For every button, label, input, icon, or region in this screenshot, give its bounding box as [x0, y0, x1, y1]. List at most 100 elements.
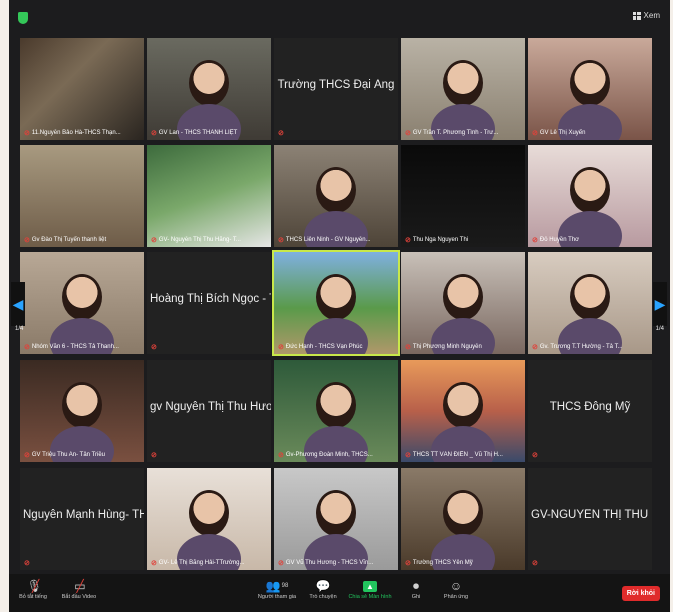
participant-video: [443, 274, 483, 320]
participant-name-label: ⊘ GV Vũ Thu Hương - THCS Vĩn...: [278, 559, 394, 567]
participant-tile[interactable]: GV-NGUYỄN THỊ THU HU... ⊘: [528, 468, 652, 570]
participant-video: [316, 274, 356, 320]
participant-tile[interactable]: ⊘ Gv. Trương T.T Hường - Tả T...: [528, 252, 652, 354]
record-icon: ⏺: [412, 578, 419, 593]
participant-name-label: ⊘ Đỗ Huyền Thơ: [532, 236, 648, 244]
participant-display-name: gv Nguyễn Thị Thu Hương-...: [150, 400, 271, 413]
share-screen-button[interactable]: ▲ Chia sẻ Màn hình: [348, 578, 392, 600]
participant-video: [62, 382, 102, 428]
participant-tile[interactable]: Hoàng Thị Bích Ngọc - TH... ⊘: [147, 252, 271, 354]
mic-muted-icon: ⊘: [532, 237, 538, 244]
participant-tile[interactable]: ⊘ Gv-Phương Đoàn Minh, THCS...: [274, 360, 398, 462]
mic-muted-icon: ⊘: [278, 452, 284, 459]
record-button[interactable]: ⏺ Ghi: [394, 578, 438, 601]
participant-tile[interactable]: ⊘ GV- Lê Thị Băng Hải-TTrường...: [147, 468, 271, 570]
start-video-button[interactable]: ▭ ╱ Bắt đầu Video: [57, 578, 101, 600]
participant-name: THCS TT VĂN ĐIỂN _ Vũ Thị H...: [412, 452, 503, 458]
participant-tile[interactable]: ⊘ Nhóm Văn 6 - THCS Tả Thanh...: [20, 252, 144, 354]
page-indicator-right: 1/4: [655, 326, 664, 332]
participant-name-label: ⊘: [151, 343, 267, 351]
next-page-button[interactable]: ▶: [653, 282, 667, 326]
participant-video: [316, 167, 356, 213]
page-indicator-left: 1/4: [15, 326, 24, 332]
mic-muted-icon: ⊘: [151, 237, 157, 244]
participant-name-label: ⊘ Đức Hạnh - THCS Vạn Phúc: [278, 343, 394, 351]
video-off-icon: ▭ ╱: [74, 579, 86, 593]
participant-tile[interactable]: ⊘ THCS Liên Ninh - GV Nguyễn...: [274, 145, 398, 247]
participant-display-name: GV-NGUYỄN THỊ THU HU...: [531, 508, 652, 521]
participant-tile[interactable]: ⊘ Thị Phương Minh Nguyễn: [401, 252, 525, 354]
participant-video: [570, 167, 610, 213]
participant-name-label: ⊘ THCS TT VĂN ĐIỂN _ Vũ Thị H...: [405, 451, 521, 459]
participant-video: [316, 490, 356, 536]
reactions-button[interactable]: ☺ Phản ứng: [434, 578, 478, 600]
participant-video: [443, 490, 483, 536]
mic-muted-icon: ⊘: [532, 130, 538, 137]
mic-muted-icon: 🎙 ╱: [26, 579, 42, 593]
participant-video: [62, 274, 102, 320]
mic-muted-icon: ⊘: [151, 130, 157, 137]
mic-muted-icon: ⊘: [278, 130, 284, 137]
participants-button[interactable]: 👥 98 Người tham gia: [255, 578, 299, 600]
participant-tile[interactable]: ⊘ 11.Nguyễn Bảo Hà-THCS Thạn...: [20, 38, 144, 140]
participant-video: [443, 60, 483, 106]
participant-tile[interactable]: ⊘ GV Vũ Thu Hương - THCS Vĩn...: [274, 468, 398, 570]
participant-video: [443, 382, 483, 428]
participant-name: GV Lan - THCS THANH LIỆT: [158, 130, 238, 136]
participant-name: GV Vũ Thu Hương - THCS Vĩn...: [285, 560, 374, 566]
participant-tile[interactable]: THCS Đông Mỹ ⊘: [528, 360, 652, 462]
participant-name-label: ⊘ Thị Phương Minh Nguyễn: [405, 343, 521, 351]
mute-button[interactable]: 🎙 ╱ Bỏ tắt tiếng: [11, 578, 55, 600]
participant-name-label: ⊘ GV Triệu Thu An- Tân Triều: [24, 451, 140, 459]
mic-muted-icon: ⊘: [532, 452, 538, 459]
participant-tile[interactable]: ⊘ GV- Nguyễn Thị Thu Hằng- T...: [147, 145, 271, 247]
participant-name-label: ⊘: [278, 129, 394, 137]
participant-tile[interactable]: ⊘ Gv Đào Thị Tuyến thanh liệt: [20, 145, 144, 247]
participant-name-label: ⊘ GV- Nguyễn Thị Thu Hằng- T...: [151, 236, 267, 244]
meeting-controls: 🎙 ╱ Bỏ tắt tiếng ▭ ╱ Bắt đầu Video 👥 98 Ngư…: [9, 574, 670, 612]
participant-tile[interactable]: ⊘ GV Lê Thị Xuyến: [528, 38, 652, 140]
mic-muted-icon: ⊘: [405, 560, 411, 567]
participant-name-label: ⊘ Trường THCS Yên Mỹ: [405, 559, 521, 567]
participant-video: [189, 490, 229, 536]
participant-tile[interactable]: ⊘ Đức Hạnh - THCS Vạn Phúc: [274, 252, 398, 354]
participants-icon: 👥 98: [265, 579, 289, 593]
zoom-window: Xem ⊘ 11.Nguyễn Bảo Hà-THCS Thạn... ⊘ GV La…: [9, 0, 670, 612]
participant-name: Nhóm Văn 6 - THCS Tả Thanh...: [31, 344, 119, 350]
mic-muted-icon: ⊘: [24, 560, 30, 567]
participant-tile[interactable]: ⊘ GV Lan - THCS THANH LIỆT: [147, 38, 271, 140]
participant-tile[interactable]: gv Nguyễn Thị Thu Hương-... ⊘: [147, 360, 271, 462]
participant-tile[interactable]: ⊘ GV Triệu Thu An- Tân Triều: [20, 360, 144, 462]
mic-muted-icon: ⊘: [278, 344, 284, 351]
chat-button[interactable]: 💬 Trò chuyện: [301, 578, 345, 600]
mic-muted-icon: ⊘: [24, 130, 30, 137]
mic-muted-icon: ⊘: [24, 237, 30, 244]
participant-name-label: ⊘: [532, 451, 648, 459]
participant-tile[interactable]: ⊘ Trường THCS Yên Mỹ: [401, 468, 525, 570]
participant-name: GV- Lê Thị Băng Hải-TTrường...: [158, 560, 245, 566]
prev-page-button[interactable]: ◀: [11, 282, 25, 326]
participant-tile[interactable]: ⊘ Thu Nga Nguyen Thi: [401, 145, 525, 247]
participant-name-label: ⊘: [24, 559, 140, 567]
shield-icon[interactable]: [18, 12, 28, 24]
grid-icon: [632, 11, 641, 20]
share-screen-icon: ▲: [348, 578, 392, 594]
view-button[interactable]: Xem: [632, 11, 660, 20]
participant-tile[interactable]: ⊘ THCS TT VĂN ĐIỂN _ Vũ Thị H...: [401, 360, 525, 462]
participant-tile[interactable]: ⊘ Đỗ Huyền Thơ: [528, 145, 652, 247]
participant-name: GV Triệu Thu An- Tân Triều: [31, 452, 106, 458]
participant-tile[interactable]: ⊘ GV Trần T. Phương Tình - Trư...: [401, 38, 525, 140]
participant-name: Thị Phương Minh Nguyễn: [412, 344, 482, 350]
mic-muted-icon: ⊘: [532, 560, 538, 567]
participant-name: THCS Liên Ninh - GV Nguyễn...: [285, 237, 371, 243]
participant-video: [189, 60, 229, 106]
emoji-icon: ☺: [449, 579, 463, 593]
participant-video: [316, 382, 356, 428]
participant-name-label: ⊘: [151, 451, 267, 459]
participant-name-label: ⊘ Thu Nga Nguyen Thi: [405, 236, 521, 244]
participant-tile[interactable]: Nguyễn Mạnh Hùng- THCS... ⊘: [20, 468, 144, 570]
participant-name-label: ⊘ GV- Lê Thị Băng Hải-TTrường...: [151, 559, 267, 567]
leave-button[interactable]: Rời khỏi: [621, 586, 660, 601]
participant-name-label: ⊘ GV Lê Thị Xuyến: [532, 129, 648, 137]
participant-tile[interactable]: Trường THCS Đại Áng ⊘: [274, 38, 398, 140]
